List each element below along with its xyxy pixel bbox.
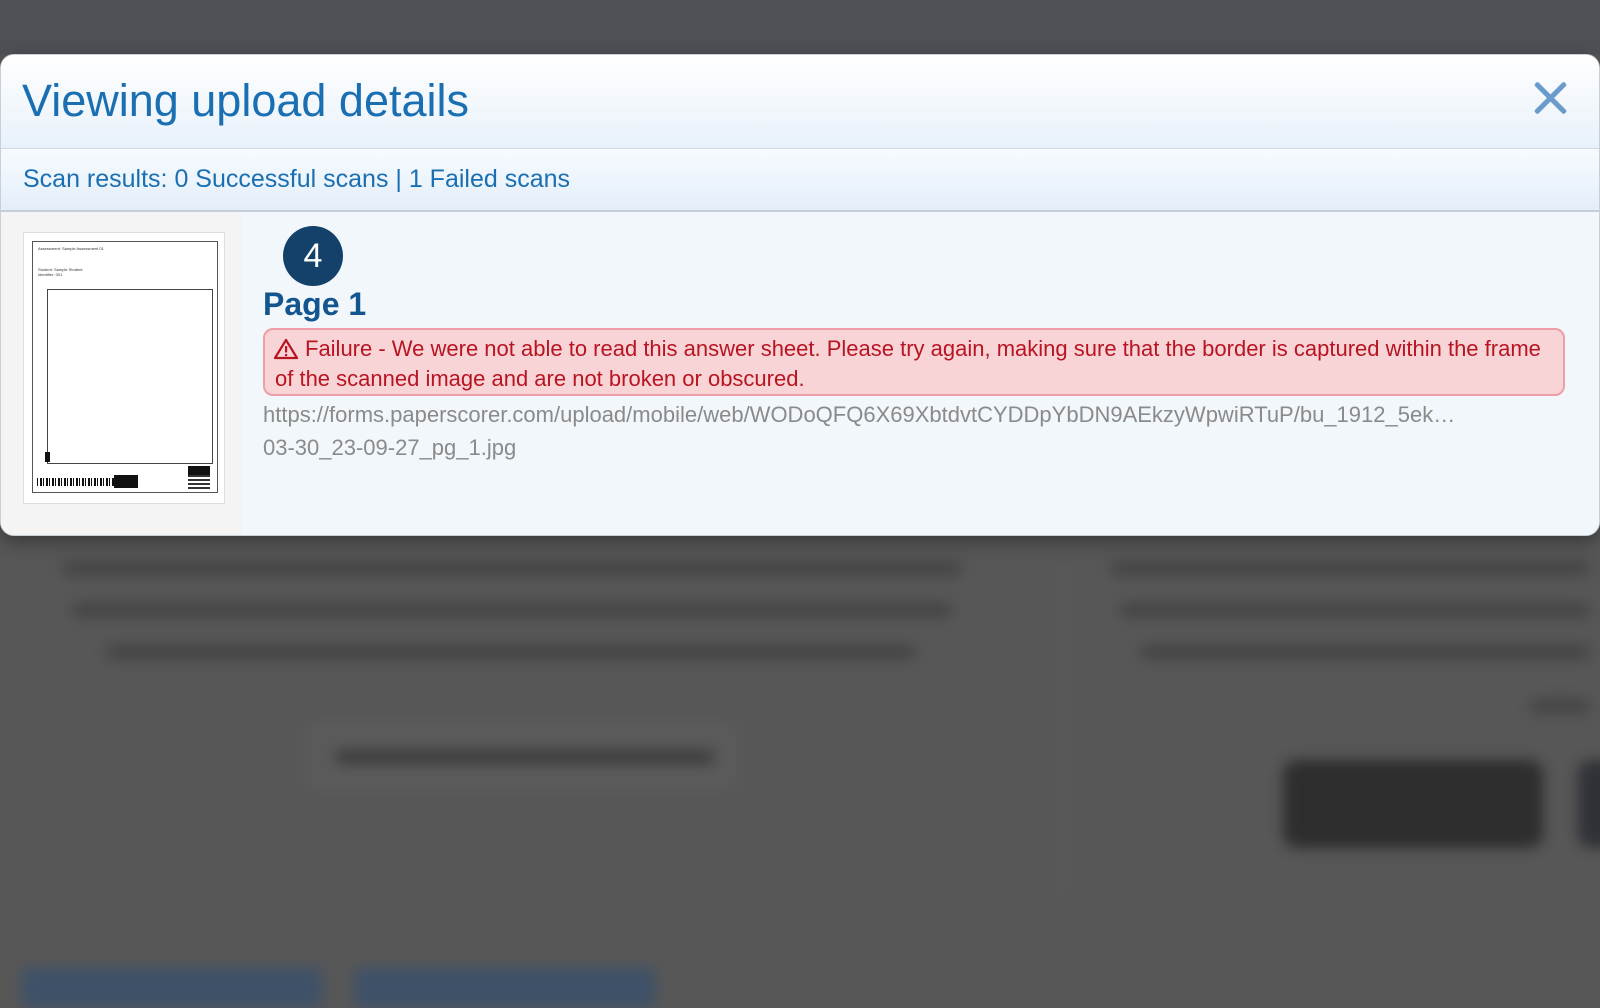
upload-detail: 4 Page 1 Failure - We were not able to r… (263, 212, 1579, 535)
modal-header: Viewing upload details (1, 55, 1599, 149)
close-icon[interactable] (1533, 81, 1567, 115)
modal-title: Viewing upload details (22, 75, 469, 126)
file-url[interactable]: https://forms.paperscorer.com/upload/mob… (263, 398, 1559, 431)
scan-thumbnail[interactable]: Assessment: Sample Assessment 01 Student… (23, 232, 225, 504)
thumbnail-assessment-text: Assessment: Sample Assessment 01 (38, 246, 104, 251)
thumbnail-identifier-text: Identifier: 001 (38, 272, 63, 277)
upload-row: Assessment: Sample Assessment 01 Student… (1, 212, 1599, 535)
thumbnail-column: Assessment: Sample Assessment 01 Student… (1, 212, 242, 535)
answer-box (47, 289, 213, 464)
qr-code-top (188, 466, 210, 475)
answer-sheet-preview: Assessment: Sample Assessment 01 Student… (32, 241, 218, 493)
failure-alert: Failure - We were not able to read this … (263, 328, 1565, 396)
scan-results-bar: Scan results: 0 Successful scans | 1 Fai… (1, 149, 1599, 212)
page-label: Page 1 (263, 286, 367, 322)
failure-message: Failure - We were not able to read this … (275, 336, 1541, 391)
black-block (114, 475, 138, 488)
barcode (37, 478, 115, 486)
corner-marker (45, 452, 50, 462)
file-name: 03-30_23-09-27_pg_1.jpg (263, 435, 517, 460)
page-number-badge: 4 (283, 226, 343, 286)
upload-details-modal: Viewing upload details Scan results: 0 S… (0, 54, 1600, 536)
scan-results-text: Scan results: 0 Successful scans | 1 Fai… (23, 165, 571, 193)
